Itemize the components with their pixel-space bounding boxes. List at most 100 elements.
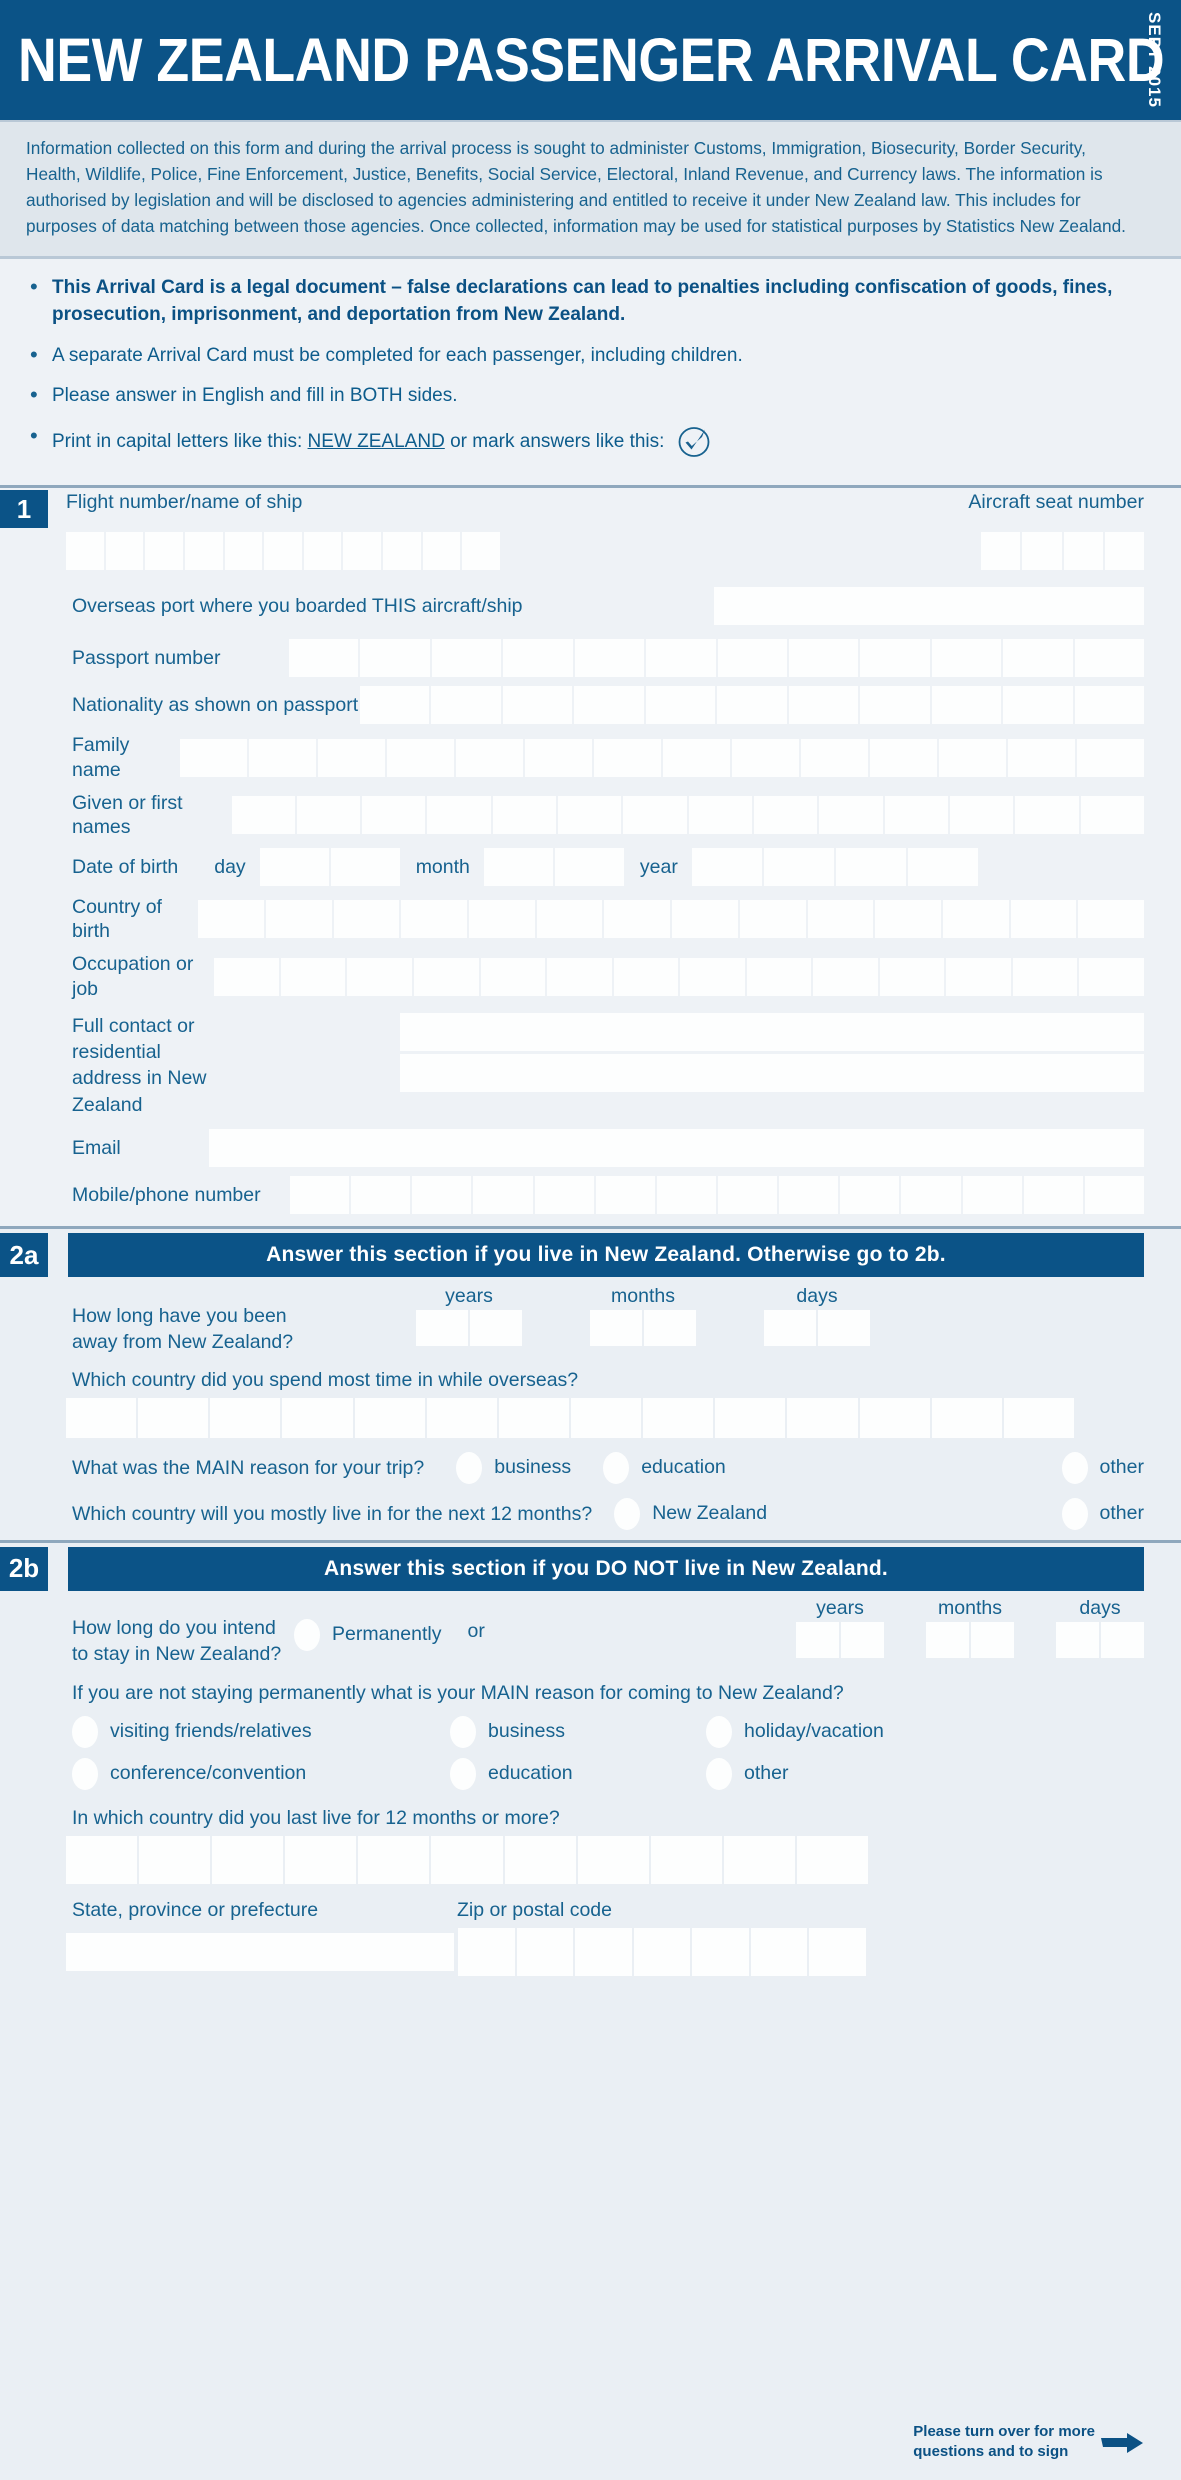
character-cell[interactable] xyxy=(290,1176,350,1215)
character-cell[interactable] xyxy=(818,1310,870,1347)
character-cell[interactable] xyxy=(386,738,454,777)
character-cell[interactable] xyxy=(347,957,413,996)
character-cell[interactable] xyxy=(840,1176,900,1215)
character-cell[interactable] xyxy=(1080,795,1144,834)
character-cell[interactable] xyxy=(1010,900,1077,939)
character-cell[interactable] xyxy=(303,532,342,571)
days-away-input[interactable] xyxy=(764,1310,870,1347)
character-cell[interactable] xyxy=(547,957,612,996)
character-cell[interactable] xyxy=(1015,795,1079,834)
character-cell[interactable] xyxy=(358,1835,430,1884)
main-reason-option-education[interactable]: education xyxy=(603,1451,726,1484)
character-cell[interactable] xyxy=(264,532,302,571)
dob-day-input[interactable] xyxy=(259,848,400,887)
character-cell[interactable] xyxy=(343,532,382,571)
character-cell[interactable] xyxy=(595,1176,655,1215)
character-cell[interactable] xyxy=(427,795,491,834)
character-cell[interactable] xyxy=(431,639,502,678)
flight-number-input[interactable] xyxy=(66,532,501,571)
character-cell[interactable] xyxy=(289,639,359,678)
character-cell[interactable] xyxy=(926,1621,969,1658)
character-cell[interactable] xyxy=(503,639,573,678)
character-cell[interactable] xyxy=(354,1397,425,1438)
character-cell[interactable] xyxy=(458,1927,515,1976)
character-cell[interactable] xyxy=(574,686,644,725)
character-cell[interactable] xyxy=(807,900,874,939)
character-cell[interactable] xyxy=(1063,532,1103,571)
character-cell[interactable] xyxy=(1079,957,1145,996)
visit-reason-option-other[interactable]: other xyxy=(706,1757,788,1790)
character-cell[interactable] xyxy=(604,900,671,939)
character-cell[interactable] xyxy=(577,1835,649,1884)
character-cell[interactable] xyxy=(360,639,430,678)
radio-icon[interactable] xyxy=(614,1497,641,1530)
character-cell[interactable] xyxy=(1077,738,1145,777)
character-cell[interactable] xyxy=(691,848,762,887)
character-cell[interactable] xyxy=(962,1176,1022,1215)
character-cell[interactable] xyxy=(633,1927,691,1976)
character-cell[interactable] xyxy=(416,1310,468,1347)
character-cell[interactable] xyxy=(1003,639,1073,678)
character-cell[interactable] xyxy=(813,957,878,996)
character-cell[interactable] xyxy=(317,738,385,777)
character-cell[interactable] xyxy=(717,686,787,725)
character-cell[interactable] xyxy=(1101,1621,1144,1658)
character-cell[interactable] xyxy=(680,957,745,996)
character-cell[interactable] xyxy=(184,532,223,571)
character-cell[interactable] xyxy=(280,957,346,996)
character-cell[interactable] xyxy=(470,1310,522,1347)
character-cell[interactable] xyxy=(266,900,332,939)
character-cell[interactable] xyxy=(644,1310,696,1347)
character-cell[interactable] xyxy=(787,1397,858,1438)
character-cell[interactable] xyxy=(739,900,806,939)
character-cell[interactable] xyxy=(282,1397,353,1438)
character-cell[interactable] xyxy=(949,795,1014,834)
character-cell[interactable] xyxy=(779,1176,839,1215)
days-stay-input[interactable] xyxy=(1056,1621,1144,1658)
months-stay-input[interactable] xyxy=(926,1621,1014,1658)
character-cell[interactable] xyxy=(788,639,859,678)
character-cell[interactable] xyxy=(422,532,461,571)
character-cell[interactable] xyxy=(859,1397,930,1438)
character-cell[interactable] xyxy=(788,686,859,725)
character-cell[interactable] xyxy=(796,1835,869,1884)
character-cell[interactable] xyxy=(907,848,978,887)
character-cell[interactable] xyxy=(1074,639,1145,678)
character-cell[interactable] xyxy=(401,900,468,939)
character-cell[interactable] xyxy=(623,795,687,834)
radio-icon[interactable] xyxy=(456,1451,483,1484)
radio-icon[interactable] xyxy=(72,1715,98,1748)
character-cell[interactable] xyxy=(860,639,930,678)
character-cell[interactable] xyxy=(462,532,501,571)
character-cell[interactable] xyxy=(593,738,661,777)
character-cell[interactable] xyxy=(981,532,1021,571)
character-cell[interactable] xyxy=(763,848,834,887)
character-cell[interactable] xyxy=(231,795,295,834)
character-cell[interactable] xyxy=(351,1176,411,1215)
character-cell[interactable] xyxy=(643,1397,714,1438)
passport-number-input[interactable] xyxy=(289,639,1145,678)
family-name-input[interactable] xyxy=(179,738,1145,777)
character-cell[interactable] xyxy=(259,848,329,887)
character-cell[interactable] xyxy=(860,686,930,725)
character-cell[interactable] xyxy=(1104,532,1144,571)
character-cell[interactable] xyxy=(483,848,553,887)
character-cell[interactable] xyxy=(212,1835,284,1884)
character-cell[interactable] xyxy=(650,1835,722,1884)
character-cell[interactable] xyxy=(1056,1621,1099,1658)
radio-icon[interactable] xyxy=(450,1715,476,1748)
character-cell[interactable] xyxy=(426,1397,497,1438)
character-cell[interactable] xyxy=(296,795,361,834)
character-cell[interactable] xyxy=(870,738,938,777)
character-cell[interactable] xyxy=(504,1835,576,1884)
character-cell[interactable] xyxy=(498,1397,569,1438)
character-cell[interactable] xyxy=(198,900,265,939)
character-cell[interactable] xyxy=(145,532,183,571)
character-cell[interactable] xyxy=(723,1835,795,1884)
next-12-option-other[interactable]: other xyxy=(1061,1497,1144,1530)
visit-reason-option-holiday[interactable]: holiday/vacation xyxy=(706,1715,884,1748)
visit-reason-option-conference[interactable]: conference/convention xyxy=(72,1757,450,1790)
character-cell[interactable] xyxy=(879,957,945,996)
radio-icon[interactable] xyxy=(706,1715,732,1748)
radio-icon[interactable] xyxy=(1061,1451,1088,1484)
